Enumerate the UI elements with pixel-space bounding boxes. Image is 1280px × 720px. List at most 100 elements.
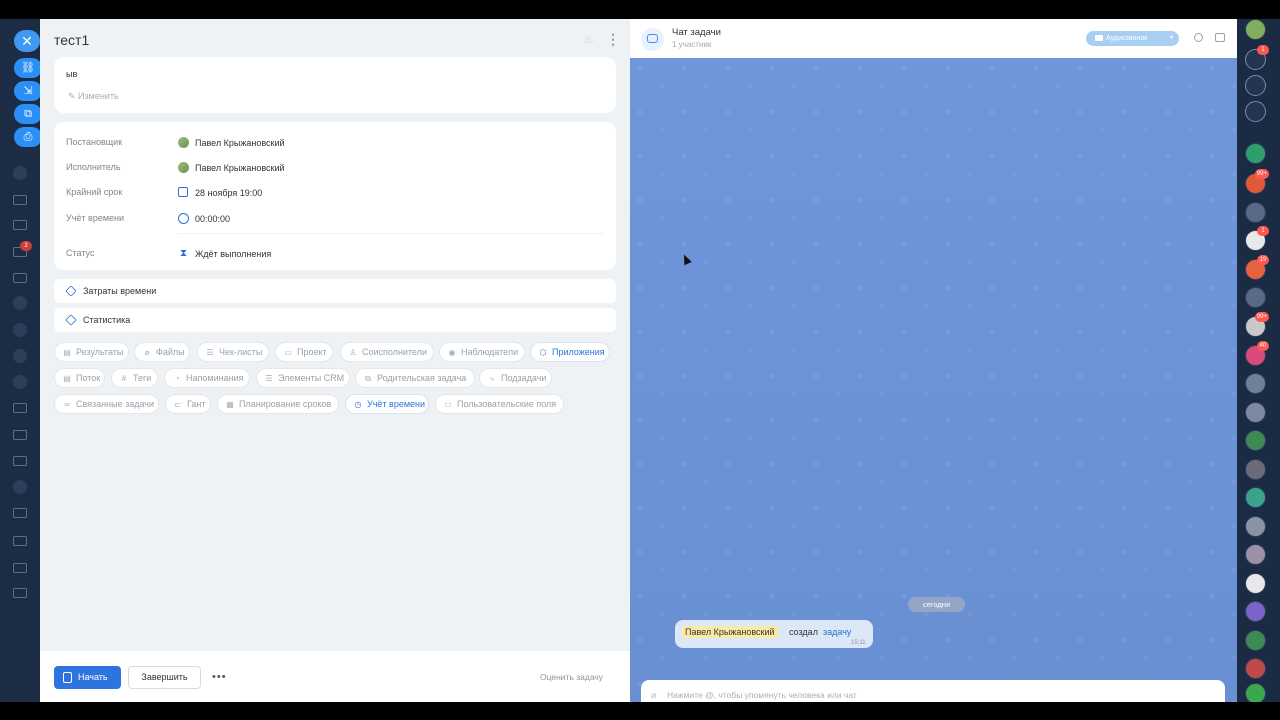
chip-icon: ⌀ — [144, 348, 150, 357]
search-chats-icon[interactable] — [1245, 101, 1266, 122]
chip-label: Пользовательские поля — [457, 399, 557, 409]
app-window: ⛓ ⇲ ⧉ ⎙ 2 ✕ тест1 ♨ ⋮ ыв ✎ Изменить Пост… — [0, 0, 1280, 720]
calendar-nav-icon[interactable] — [13, 195, 27, 205]
task-chat-panel: Чат задачи 1 участник Аудиозвонок ▾ сегод… — [630, 19, 1237, 702]
sidebar-toggle-icon[interactable] — [1215, 33, 1225, 42]
chip-6[interactable]: ◉ Наблюдатели — [439, 342, 525, 362]
nav-item[interactable] — [13, 349, 27, 363]
chip-3[interactable]: ☰ Чек-листы — [197, 342, 269, 362]
chevron-down-icon[interactable]: ▾ — [1170, 31, 1173, 46]
start-task-button[interactable]: Начать — [54, 666, 121, 689]
message-input[interactable] — [667, 688, 1137, 702]
avatar[interactable] — [1245, 683, 1266, 704]
nav-item[interactable] — [13, 508, 27, 518]
avatar[interactable] — [1245, 402, 1266, 423]
avatar[interactable]: 1 — [1245, 226, 1269, 251]
nav-item[interactable] — [13, 375, 27, 389]
avatar[interactable] — [1245, 459, 1266, 480]
chip-18[interactable]: ▭ Пользовательские поля — [435, 394, 564, 414]
print-icon[interactable]: ⎙ — [14, 127, 42, 147]
section-statistics[interactable]: Статистика — [54, 308, 616, 332]
copilot-icon[interactable] — [1245, 143, 1266, 164]
chip-1[interactable]: ▤ Результаты — [54, 342, 129, 362]
message-author[interactable]: Павел Крыжановский — [682, 626, 778, 638]
chip-16[interactable]: ▦ Планирование сроков — [217, 394, 339, 414]
chip-14[interactable]: ∞ Связанные задачи — [54, 394, 159, 414]
nav-item[interactable] — [13, 323, 27, 337]
pin-icon[interactable]: ⇲ — [14, 81, 42, 101]
nav-item[interactable] — [13, 563, 27, 573]
chip-13[interactable]: ⤷ Подзадачи — [479, 368, 552, 388]
avatar[interactable] — [1245, 658, 1266, 679]
chart-nav-icon[interactable] — [13, 403, 27, 413]
chip-2[interactable]: ⌀ Файлы — [134, 342, 190, 362]
chip-11[interactable]: ☰ Элементы CRM — [256, 368, 350, 388]
more-vertical-icon[interactable]: ⋮ — [606, 31, 620, 47]
creator-label: Постановщик — [66, 137, 123, 147]
open-external-icon[interactable]: ⧉ — [14, 104, 42, 124]
search-icon[interactable] — [1194, 33, 1203, 42]
chip-5[interactable]: ♙ Соисполнители — [340, 342, 434, 362]
chip-label: Родительская задача — [377, 373, 467, 383]
attach-icon[interactable]: ⌀ — [651, 690, 656, 701]
chip-8[interactable]: ▤ Поток — [54, 368, 105, 388]
avatar[interactable] — [1245, 287, 1266, 308]
chat-participants[interactable]: 1 участник — [672, 40, 711, 49]
deadline-value[interactable]: 28 ноября 19:00 — [195, 188, 262, 198]
group-chat-icon[interactable]: 19 — [1245, 255, 1269, 280]
avatar[interactable] — [1245, 19, 1266, 40]
nav-item[interactable] — [13, 536, 27, 546]
avatar[interactable] — [1245, 601, 1266, 622]
nav-item[interactable] — [13, 296, 27, 310]
chip-icon: ▤ — [63, 374, 71, 383]
chip-10[interactable]: ◔ Напоминания — [164, 368, 250, 388]
avatar[interactable] — [1245, 487, 1266, 508]
avatar[interactable] — [1245, 573, 1266, 594]
close-slider-button[interactable]: ✕ — [14, 30, 40, 52]
chip-icon: ∞ — [64, 400, 70, 409]
avatar[interactable] — [1245, 544, 1266, 565]
chip-4[interactable]: ▭ Проект — [275, 342, 333, 362]
play-icon — [63, 672, 72, 683]
creator-value[interactable]: Павел Крыжановский — [195, 138, 285, 148]
status-label: Статус — [66, 248, 95, 258]
chip-9[interactable]: # Теги — [111, 368, 158, 388]
assignee-value[interactable]: Павел Крыжановский — [195, 163, 285, 173]
mail-nav-icon[interactable] — [13, 273, 27, 283]
divider — [178, 233, 604, 234]
group-chat-icon[interactable]: 40 — [1245, 341, 1269, 366]
notifications-icon[interactable]: 1 — [1245, 45, 1269, 70]
nav-item[interactable] — [13, 166, 27, 180]
edit-description-link[interactable]: ✎ Изменить — [68, 91, 119, 102]
avatar[interactable] — [1245, 630, 1266, 651]
chip-12[interactable]: ⧉ Родительская задача — [355, 368, 475, 388]
avatar[interactable] — [1245, 202, 1266, 223]
avatar[interactable]: 99+ — [1245, 169, 1269, 194]
rate-task-link[interactable]: Оценить задачу — [540, 672, 603, 682]
chip-label: Проект — [297, 347, 327, 357]
avatar[interactable] — [1245, 516, 1266, 537]
task-panel: тест1 ♨ ⋮ ыв ✎ Изменить Постановщик Паве… — [40, 19, 630, 702]
avatar[interactable] — [1245, 430, 1266, 451]
more-actions-button[interactable]: ••• — [212, 669, 228, 685]
avatar[interactable]: 99+ — [1245, 312, 1269, 337]
message-task-link[interactable]: задачу — [823, 627, 851, 637]
tasks-nav-icon[interactable]: 2 — [13, 241, 32, 257]
cube-icon — [65, 285, 77, 297]
audio-call-button[interactable]: Аудиозвонок ▾ — [1086, 31, 1179, 46]
chip-icon: ▭ — [284, 348, 292, 357]
nav-item[interactable] — [13, 588, 27, 598]
chip-17[interactable]: ◷ Учёт времени — [345, 394, 429, 414]
settings-nav-icon[interactable] — [13, 480, 27, 494]
filter-nav-icon[interactable] — [13, 220, 27, 230]
docs-nav-icon[interactable] — [13, 430, 27, 440]
section-time-spent[interactable]: Затраты времени — [54, 279, 616, 303]
chip-7[interactable]: ⬡ Приложения — [530, 342, 610, 362]
avatar[interactable] — [1245, 373, 1266, 394]
flame-icon[interactable]: ♨ — [584, 33, 594, 46]
chip-15[interactable]: ⊏ Гант — [165, 394, 211, 414]
shop-nav-icon[interactable] — [13, 456, 27, 466]
link-icon[interactable]: ⛓ — [14, 58, 42, 78]
activity-icon[interactable] — [1245, 75, 1266, 96]
finish-task-button[interactable]: Завершить — [128, 666, 201, 689]
